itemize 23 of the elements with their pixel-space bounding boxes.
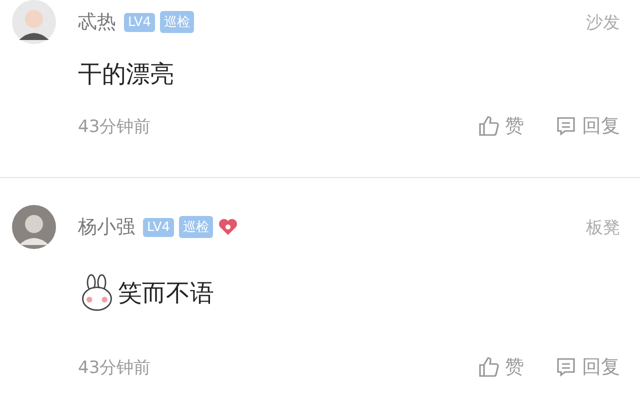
avatar-icon[interactable] <box>12 205 56 249</box>
floor-label: 板凳 <box>586 216 620 238</box>
role-badge: 巡检 <box>160 11 194 33</box>
like-button[interactable]: 赞 <box>477 113 524 139</box>
reply-button[interactable]: 回复 <box>554 113 620 139</box>
comment-icon <box>554 355 578 379</box>
floor-label: 沙发 <box>586 12 620 34</box>
level-badge: LV4 <box>143 218 174 236</box>
level-badge: LV4 <box>124 12 155 32</box>
user-name[interactable]: 杨小强 <box>78 214 135 240</box>
user-name[interactable]: 忒热 <box>78 9 116 35</box>
thumbs-up-icon <box>477 114 501 138</box>
like-button[interactable]: 赞 <box>477 354 524 380</box>
comment-text: 笑而不语 <box>118 278 214 309</box>
comment-text: 干的漂亮 <box>78 59 174 90</box>
comment-icon <box>554 114 578 138</box>
reply-button[interactable]: 回复 <box>554 354 620 380</box>
comment-time: 43分钟前 <box>78 356 152 378</box>
avatar-icon[interactable] <box>12 0 56 44</box>
role-badge: 巡检 <box>178 216 213 238</box>
comment-time: 43分钟前 <box>78 116 152 138</box>
heart-icon <box>218 218 238 236</box>
thumbs-up-icon <box>477 355 501 379</box>
